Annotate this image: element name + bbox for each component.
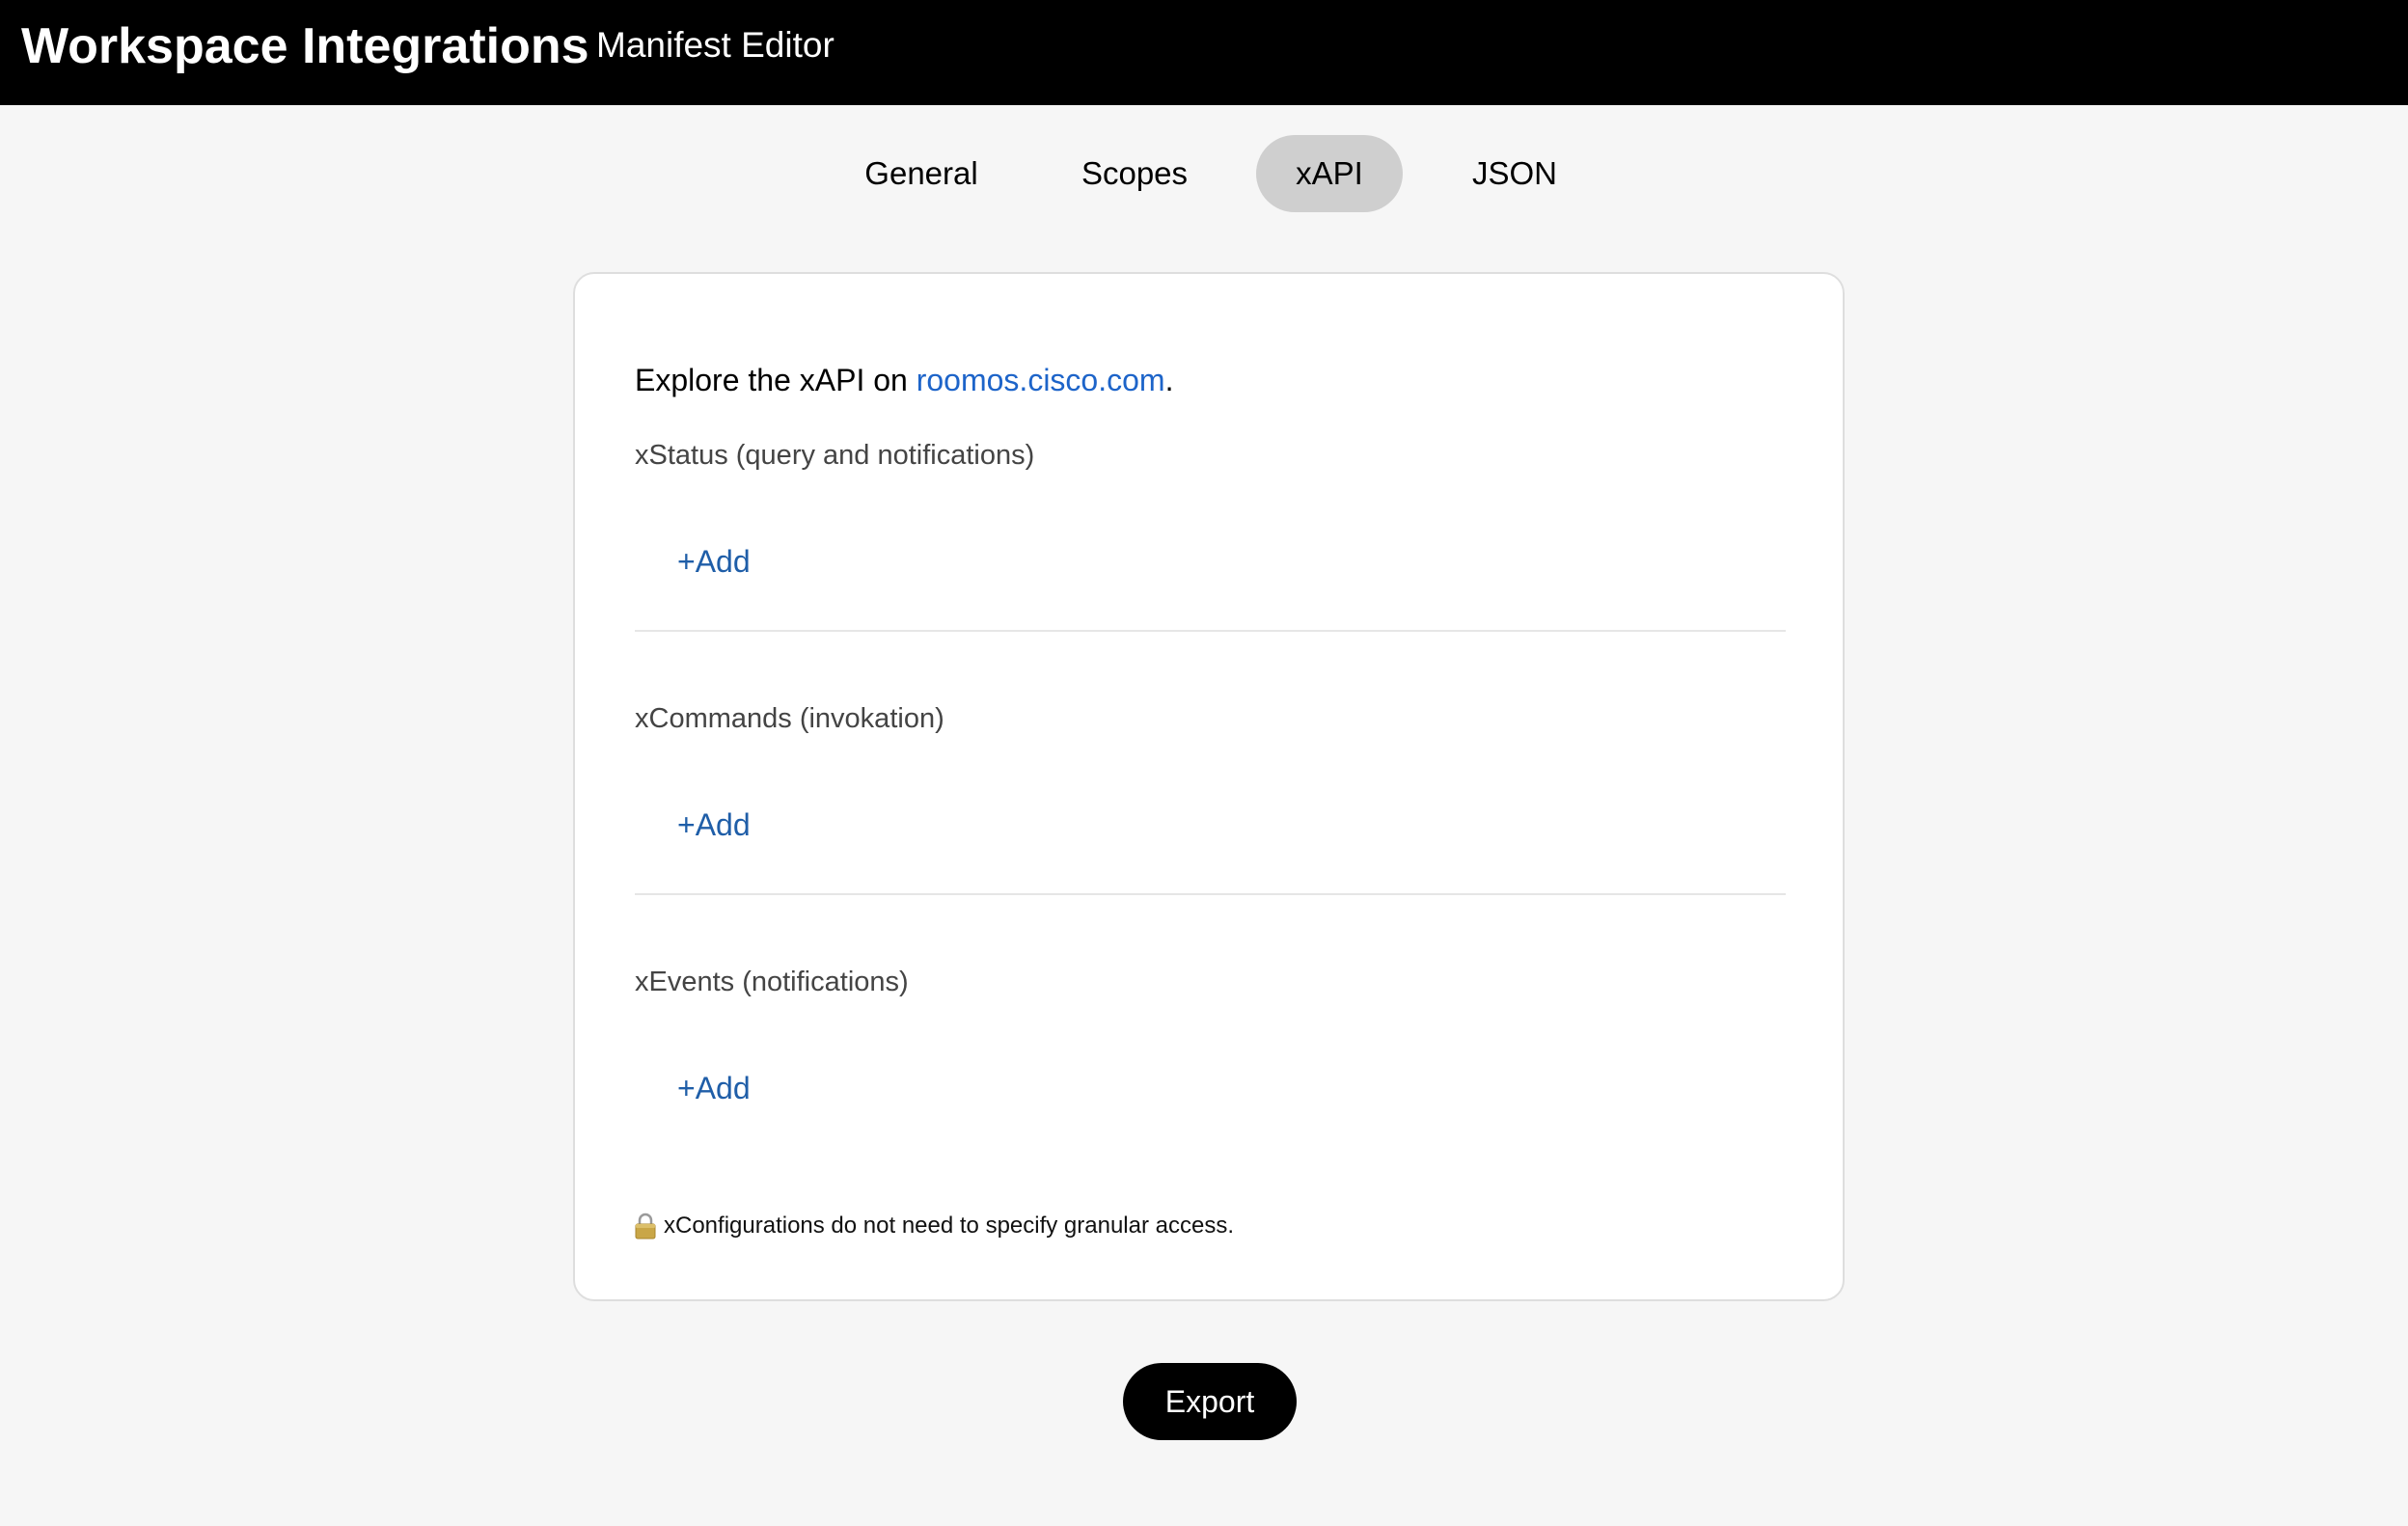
app-title: Workspace Integrations	[21, 18, 589, 74]
add-xstatus-button[interactable]: +Add	[677, 542, 751, 581]
add-xcommands-button[interactable]: +Add	[677, 805, 751, 844]
divider	[635, 630, 1786, 632]
top-bar: Workspace Integrations Manifest Editor	[0, 0, 2408, 105]
section-label-xstatus: xStatus (query and notifications)	[635, 440, 1035, 471]
app-subtitle: Manifest Editor	[596, 25, 835, 65]
intro-suffix: .	[1164, 363, 1174, 397]
note-text: xConfigurations do not need to specify g…	[664, 1213, 1235, 1239]
tab-scopes[interactable]: Scopes	[1057, 135, 1212, 212]
section-label-xcommands: xCommands (invokation)	[635, 703, 944, 734]
export-button[interactable]: Export	[1123, 1363, 1297, 1440]
roomos-link[interactable]: roomos.cisco.com	[917, 363, 1165, 397]
xapi-card: Explore the xAPI on roomos.cisco.com. xS…	[573, 272, 1845, 1301]
tab-xapi[interactable]: xAPI	[1256, 135, 1403, 212]
divider	[635, 893, 1786, 895]
lock-icon	[635, 1213, 656, 1240]
tab-json[interactable]: JSON	[1443, 135, 1586, 212]
intro-text: Explore the xAPI on roomos.cisco.com.	[635, 361, 1173, 399]
section-label-xevents: xEvents (notifications)	[635, 967, 909, 997]
xconfigurations-note: xConfigurations do not need to specify g…	[635, 1212, 1234, 1240]
tab-general[interactable]: General	[839, 135, 1003, 212]
tab-bar: General Scopes xAPI JSON	[0, 135, 2408, 212]
intro-prefix: Explore the xAPI on	[635, 363, 917, 397]
add-xevents-button[interactable]: +Add	[677, 1069, 751, 1107]
